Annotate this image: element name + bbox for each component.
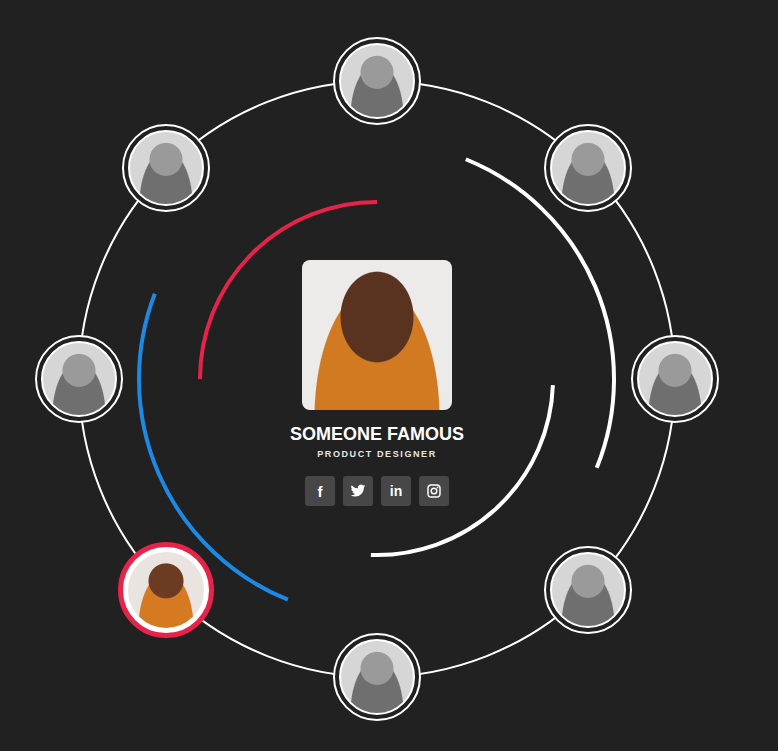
orbit-ring [79, 81, 675, 677]
member-photo [41, 341, 117, 417]
profile-photo [302, 260, 452, 410]
profile-name: SOMEONE FAMOUS [290, 423, 464, 445]
member-photo [126, 550, 206, 630]
member-photo [339, 43, 415, 119]
member-photo [128, 130, 204, 206]
instagram-icon[interactable] [419, 476, 449, 506]
team-member[interactable] [544, 124, 632, 212]
team-circle: SOMEONE FAMOUS PRODUCT DESIGNER f in [0, 0, 778, 751]
team-member[interactable] [631, 335, 719, 423]
profile-role: PRODUCT DESIGNER [317, 448, 437, 460]
linkedin-glyph: in [390, 483, 402, 499]
twitter-logo-icon [350, 483, 366, 499]
social-links: f in [305, 476, 449, 506]
linkedin-icon[interactable]: in [381, 476, 411, 506]
team-member[interactable] [333, 37, 421, 125]
member-photo [550, 130, 626, 206]
profile-card: SOMEONE FAMOUS PRODUCT DESIGNER f in [227, 260, 527, 506]
team-member[interactable] [544, 546, 632, 634]
white-inner-arc [371, 385, 553, 555]
instagram-logo-icon [426, 483, 442, 499]
member-photo [550, 552, 626, 628]
team-member[interactable] [122, 124, 210, 212]
member-photo [339, 639, 415, 715]
facebook-glyph: f [318, 483, 323, 500]
facebook-icon[interactable]: f [305, 476, 335, 506]
team-member[interactable] [35, 335, 123, 423]
team-member[interactable] [118, 542, 214, 638]
twitter-icon[interactable] [343, 476, 373, 506]
member-photo [637, 341, 713, 417]
team-member[interactable] [333, 633, 421, 721]
